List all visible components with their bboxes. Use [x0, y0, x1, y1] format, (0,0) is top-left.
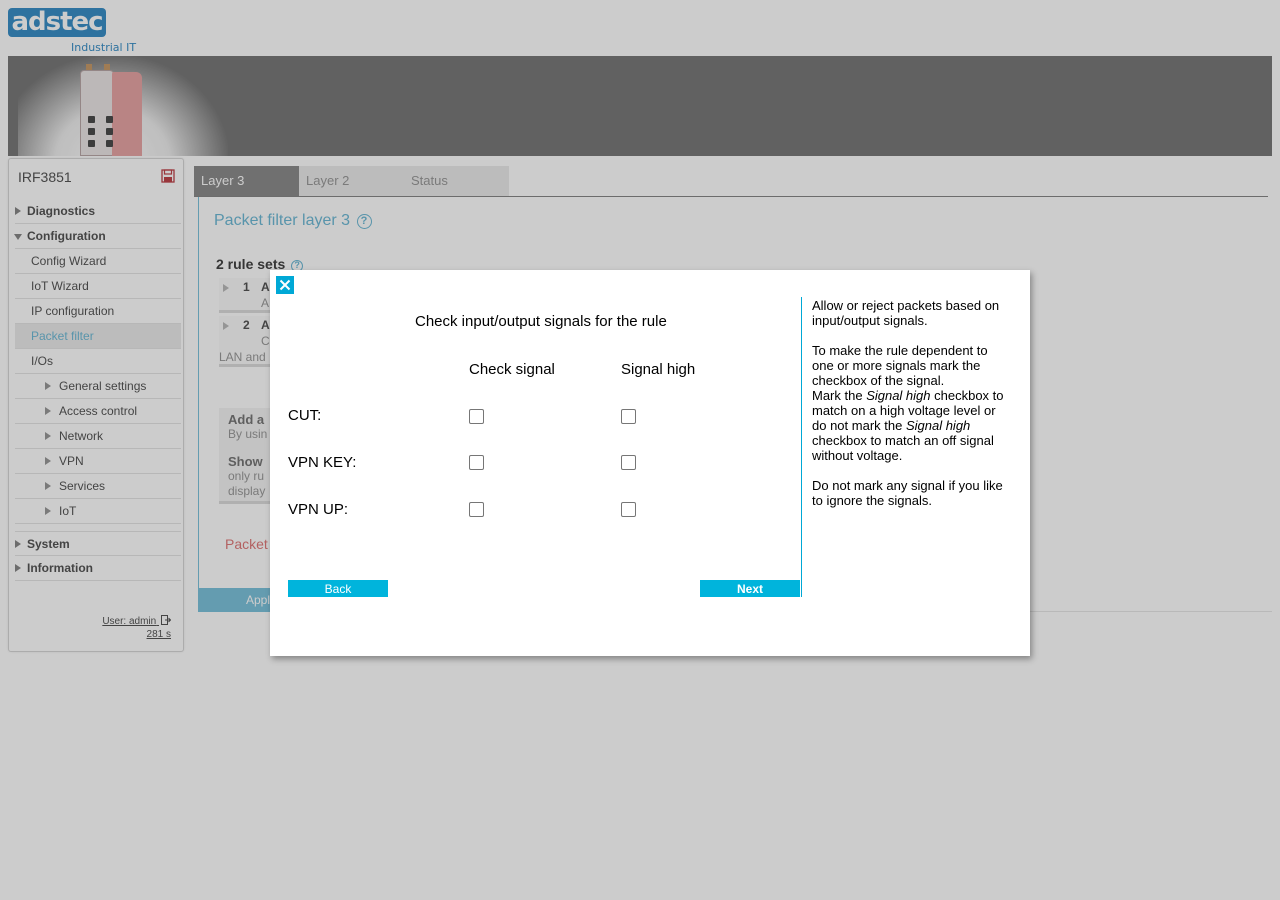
vpn-key-signal-high-checkbox[interactable]	[621, 455, 636, 470]
help-paragraph: Mark the Signal high checkbox to match o…	[812, 388, 1012, 463]
signal-label-vpn-key: VPN KEY:	[288, 454, 357, 471]
signal-label-vpn-up: VPN UP:	[288, 501, 349, 518]
signals-dialog: Check input/output signals for the rule …	[270, 270, 1030, 656]
help-paragraph: Do not mark any signal if you like to ig…	[812, 478, 1003, 508]
page: adstec Industrial IT IRF3851 Diagnostics…	[0, 0, 1280, 900]
close-icon	[279, 279, 291, 291]
next-button[interactable]: Next	[700, 580, 800, 597]
dialog-help-text: Allow or reject packets based on input/o…	[812, 298, 1012, 523]
vpn-key-check-signal-checkbox[interactable]	[469, 455, 484, 470]
close-button[interactable]	[276, 276, 294, 294]
help-text-part: checkbox to match an off signal without …	[812, 433, 994, 463]
vpn-up-signal-high-checkbox[interactable]	[621, 502, 636, 517]
signal-label-cut: CUT:	[288, 407, 322, 424]
vpn-up-check-signal-checkbox[interactable]	[469, 502, 484, 517]
back-button[interactable]: Back	[288, 580, 388, 597]
help-paragraph: Allow or reject packets based on input/o…	[812, 298, 1000, 328]
help-emphasis: Signal high	[905, 418, 971, 433]
help-emphasis: Signal high	[866, 388, 931, 403]
dialog-title: Check input/output signals for the rule	[415, 313, 667, 330]
help-paragraph: To make the rule dependent to one or mor…	[812, 343, 988, 388]
dialog-divider	[801, 297, 802, 597]
column-header-signal-high: Signal high	[621, 361, 696, 378]
column-header-check-signal: Check signal	[469, 361, 555, 378]
help-text-part: Mark the	[812, 388, 867, 403]
cut-signal-high-checkbox[interactable]	[621, 409, 636, 424]
cut-check-signal-checkbox[interactable]	[469, 409, 484, 424]
